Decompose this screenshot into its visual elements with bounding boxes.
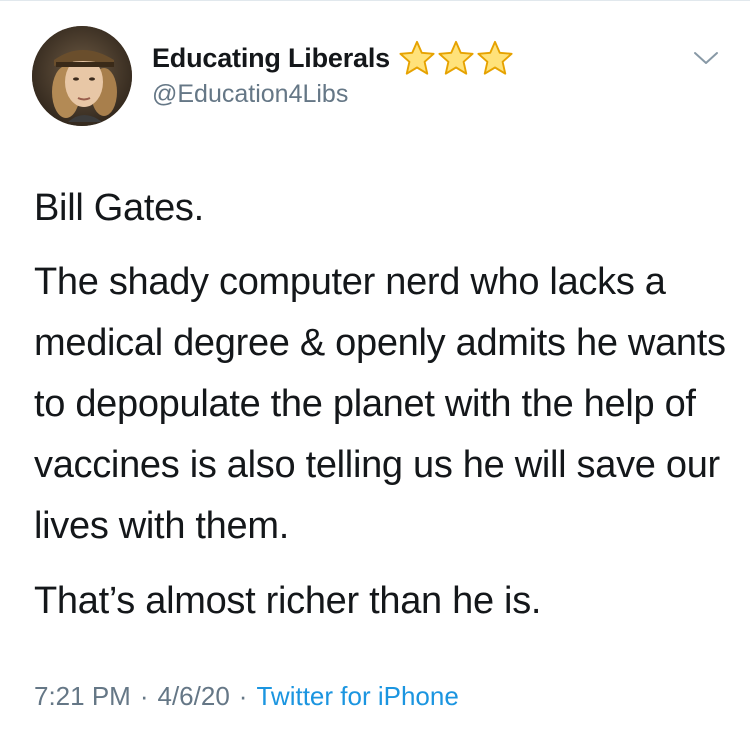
tweet-paragraph: The shady computer nerd who lacks a medi… bbox=[34, 261, 726, 547]
tweet-time[interactable]: 7:21 PM bbox=[34, 681, 131, 712]
meta-separator: · bbox=[238, 681, 248, 711]
tweet-text: Bill Gates. The shady computer nerd who … bbox=[34, 178, 734, 646]
tweet-paragraph: Bill Gates. bbox=[34, 187, 204, 229]
tweet-metadata: 7:21 PM · 4/6/20 · Twitter for iPhone bbox=[34, 681, 459, 712]
tweet-date[interactable]: 4/6/20 bbox=[158, 681, 230, 712]
top-divider bbox=[0, 0, 750, 1]
star-icon bbox=[399, 40, 435, 75]
meta-separator: · bbox=[139, 681, 149, 711]
star-icon bbox=[438, 40, 474, 75]
author-handle[interactable]: @Education4Libs bbox=[152, 80, 348, 109]
tweet-paragraph: That’s almost richer than he is. bbox=[34, 580, 542, 622]
tweet-source-link[interactable]: Twitter for iPhone bbox=[256, 681, 458, 712]
author-name-row[interactable]: Educating Liberals bbox=[152, 38, 514, 78]
avatar[interactable] bbox=[32, 26, 132, 126]
star-badges bbox=[398, 39, 514, 77]
avatar-image bbox=[32, 26, 132, 126]
chevron-down-icon[interactable] bbox=[692, 48, 720, 68]
star-icon bbox=[477, 40, 513, 75]
author-display-name[interactable]: Educating Liberals bbox=[152, 43, 390, 74]
